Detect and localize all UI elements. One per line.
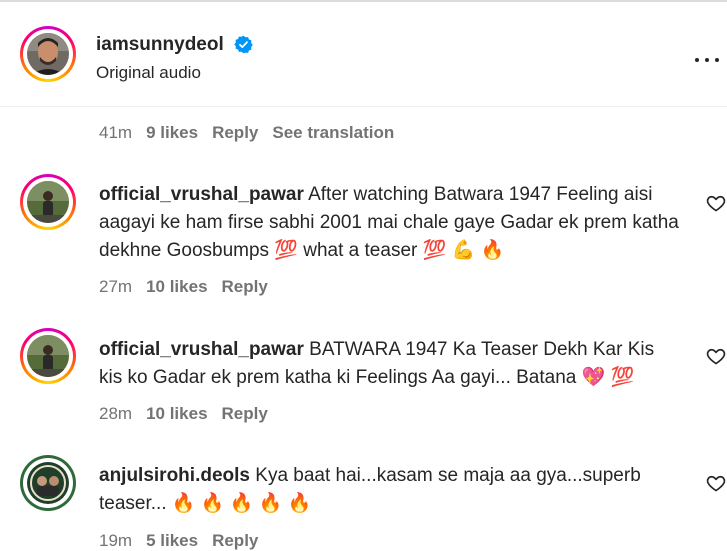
heart-icon[interactable] <box>706 473 726 493</box>
comment-meta: 28m 10 likes Reply <box>99 404 282 424</box>
audio-label[interactable]: Original audio <box>96 63 201 83</box>
commenter-username[interactable]: official_vrushal_pawar <box>99 339 304 360</box>
heart-icon[interactable] <box>706 346 726 366</box>
comment-meta: 19m 5 likes Reply <box>99 531 272 551</box>
comment-time: 27m <box>99 277 133 296</box>
commenter-username[interactable]: official_vrushal_pawar <box>99 184 304 205</box>
commenter-avatar[interactable] <box>20 174 76 230</box>
comment-reply-button[interactable]: Reply <box>222 404 268 423</box>
more-options-icon[interactable] <box>694 48 720 74</box>
comment-text: official_vrushal_pawar After watching Ba… <box>99 181 679 265</box>
verified-badge-icon <box>234 35 253 54</box>
comment-time: 19m <box>99 531 133 550</box>
post-author-username[interactable]: iamsunnydeol <box>96 34 224 56</box>
post-meta: 41m 9 likes Reply See translation <box>99 123 408 143</box>
comment-likes[interactable]: 10 likes <box>146 404 207 423</box>
heart-icon[interactable] <box>706 193 726 213</box>
see-translation-button[interactable]: See translation <box>272 123 394 142</box>
post-likes[interactable]: 9 likes <box>146 123 198 142</box>
comment-text: anjulsirohi.deols Kya baat hai...kasam s… <box>99 462 679 518</box>
comment-text: official_vrushal_pawar BATWARA 1947 Ka T… <box>99 336 679 392</box>
post-header: iamsunnydeol Original audio <box>0 2 727 107</box>
comment-meta: 27m 10 likes Reply <box>99 277 282 297</box>
commenter-avatar[interactable] <box>20 455 76 511</box>
comment-reply-button[interactable]: Reply <box>222 277 268 296</box>
post-time: 41m <box>99 123 133 142</box>
comment-time: 28m <box>99 404 133 423</box>
commenter-avatar[interactable] <box>20 328 76 384</box>
post-author-avatar[interactable] <box>20 26 76 82</box>
post-reply-button[interactable]: Reply <box>212 123 258 142</box>
comment-likes[interactable]: 5 likes <box>146 531 198 550</box>
comment-reply-button[interactable]: Reply <box>212 531 258 550</box>
commenter-username[interactable]: anjulsirohi.deols <box>99 465 250 486</box>
comment-likes[interactable]: 10 likes <box>146 277 207 296</box>
